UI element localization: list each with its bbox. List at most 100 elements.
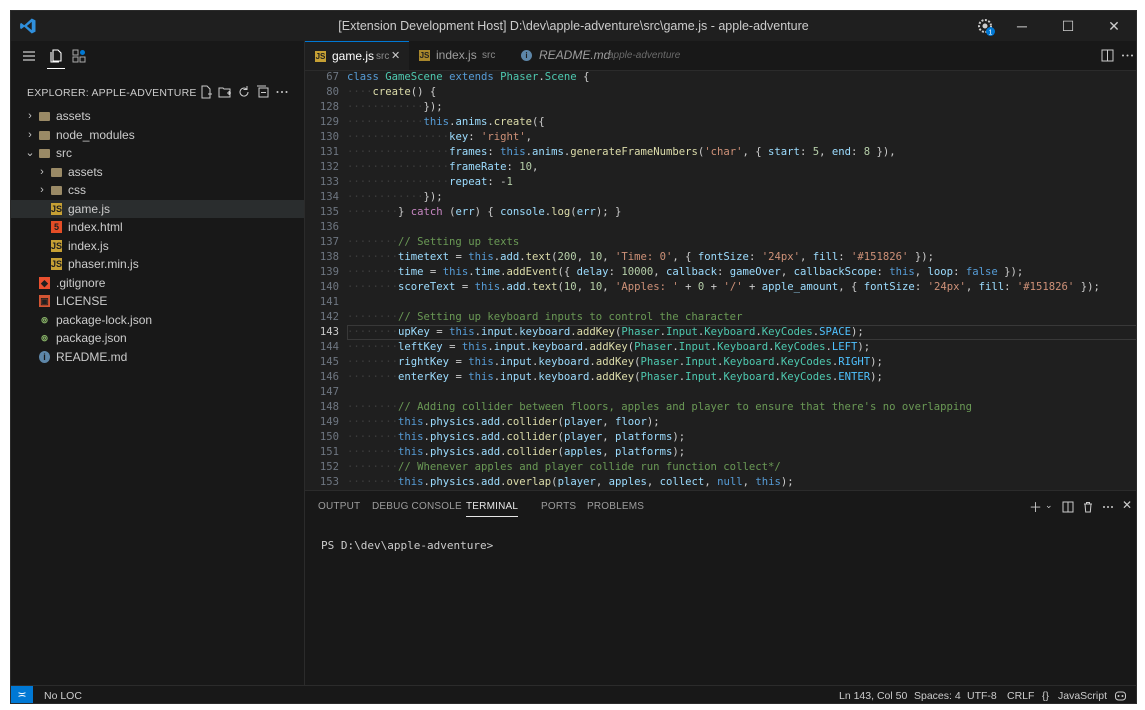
- tree-item[interactable]: 5 index.html: [11, 218, 304, 236]
- remote-indicator-icon[interactable]: ≍: [11, 686, 33, 703]
- code-line[interactable]: 153 ········this.physics.add.overlap(play…: [305, 475, 1136, 490]
- tab-readme-md[interactable]: i README.md apple-adventure: [509, 41, 689, 70]
- tree-item-label: phaser.min.js: [68, 257, 139, 271]
- tree-item[interactable]: ◆ .gitignore: [11, 274, 304, 292]
- tree-item[interactable]: ⊚ package.json: [11, 329, 304, 347]
- status-loc[interactable]: No LOC: [44, 690, 82, 702]
- code-line[interactable]: 141: [305, 295, 1136, 310]
- tree-item[interactable]: JS index.js: [11, 237, 304, 255]
- close-window-button[interactable]: ✕: [1091, 11, 1136, 41]
- trash-icon[interactable]: [1082, 501, 1094, 513]
- code-line[interactable]: 131 ················frames: this.anims.ge…: [305, 145, 1136, 160]
- code-text: class GameScene extends Phaser.Scene {: [347, 71, 590, 83]
- tree-item[interactable]: i README.md: [11, 348, 304, 366]
- code-text: ········timetext = this.add.text(200, 10…: [347, 251, 934, 263]
- tab-ports[interactable]: PORTS: [541, 501, 576, 512]
- chevron-down-icon[interactable]: ⌄: [1045, 500, 1053, 511]
- tree-item[interactable]: › assets: [11, 163, 304, 181]
- js-file-icon: JS: [51, 258, 63, 270]
- code-line[interactable]: 143 ········upKey = this.input.keyboard.a…: [305, 325, 1136, 340]
- split-terminal-icon[interactable]: [1062, 501, 1074, 513]
- close-panel-icon[interactable]: ✕: [1122, 498, 1132, 512]
- line-number: 147: [319, 386, 339, 398]
- chevron-right-icon[interactable]: ›: [25, 126, 35, 144]
- code-line[interactable]: 147: [305, 385, 1136, 400]
- code-line[interactable]: 133 ················repeat: -1: [305, 175, 1136, 190]
- code-line[interactable]: 151 ········this.physics.add.collider(app…: [305, 445, 1136, 460]
- code-line[interactable]: 150 ········this.physics.add.collider(pla…: [305, 430, 1136, 445]
- tab-output[interactable]: OUTPUT: [318, 501, 360, 512]
- tree-item[interactable]: JS game.js: [11, 199, 304, 218]
- code-line[interactable]: 128 ············});: [305, 100, 1136, 115]
- code-line[interactable]: 138 ········timetext = this.add.text(200,…: [305, 250, 1136, 265]
- status-language[interactable]: JavaScript: [1058, 690, 1107, 702]
- chevron-down-icon[interactable]: ⌄: [25, 144, 35, 162]
- tree-item[interactable]: › assets: [11, 107, 304, 125]
- menu-icon[interactable]: [21, 48, 37, 64]
- tab-close-button[interactable]: ✕: [391, 42, 400, 71]
- tab-debug-console[interactable]: DEBUG CONSOLE: [372, 501, 462, 512]
- tab-index-js[interactable]: JS index.js src: [409, 41, 509, 70]
- code-line[interactable]: 80 ····create() {: [305, 85, 1136, 100]
- minimize-button[interactable]: ─: [999, 11, 1045, 41]
- settings-gear-icon[interactable]: 1: [976, 17, 996, 37]
- code-line[interactable]: 142 ········// Setting up keyboard inputs…: [305, 310, 1136, 325]
- line-number: 145: [319, 356, 339, 368]
- tree-item[interactable]: › node_modules: [11, 126, 304, 144]
- code-line[interactable]: 152 ········// Whenever apples and player…: [305, 460, 1136, 475]
- extensions-icon[interactable]: [71, 48, 87, 64]
- code-line[interactable]: 148 ········// Adding collider between fl…: [305, 400, 1136, 415]
- maximize-button[interactable]: ☐: [1045, 11, 1091, 41]
- code-line[interactable]: 137 ········// Setting up texts: [305, 235, 1136, 250]
- tree-item[interactable]: JS phaser.min.js: [11, 255, 304, 273]
- braces-icon: {}: [1042, 690, 1050, 702]
- status-encoding[interactable]: UTF-8: [967, 690, 997, 702]
- tree-item[interactable]: ⌄ src: [11, 144, 304, 162]
- tree-item[interactable]: ⊚ package-lock.json: [11, 311, 304, 329]
- code-line[interactable]: 134 ············});: [305, 190, 1136, 205]
- code-line[interactable]: 146 ········enterKey = this.input.keyboar…: [305, 370, 1136, 385]
- tab-problems[interactable]: PROBLEMS: [587, 501, 644, 512]
- code-line[interactable]: 135 ········} catch (err) { console.log(e…: [305, 205, 1136, 220]
- line-number: 150: [319, 431, 339, 443]
- copilot-icon[interactable]: [1114, 689, 1127, 702]
- code-line[interactable]: 67 class GameScene extends Phaser.Scene {: [305, 71, 1136, 85]
- code-line[interactable]: 140 ········scoreText = this.add.text(10,…: [305, 280, 1136, 295]
- line-number: 130: [319, 131, 339, 143]
- code-line[interactable]: 136: [305, 220, 1136, 235]
- chevron-right-icon[interactable]: ›: [25, 107, 35, 125]
- status-cursor-position[interactable]: Ln 143, Col 50: [839, 690, 907, 702]
- tab-game-js[interactable]: JS game.js src ✕: [305, 41, 409, 70]
- explorer-files-icon[interactable]: [48, 48, 64, 64]
- status-eol[interactable]: CRLF: [1007, 690, 1034, 702]
- chevron-right-icon[interactable]: ›: [37, 181, 47, 199]
- refresh-icon[interactable]: [237, 85, 251, 99]
- line-number: 148: [319, 401, 339, 413]
- code-line[interactable]: 130 ················key: 'right',: [305, 130, 1136, 145]
- tree-item-label: LICENSE: [56, 294, 108, 308]
- collapse-all-icon[interactable]: [256, 85, 270, 99]
- split-editor-icon[interactable]: [1101, 49, 1114, 62]
- line-number: 134: [319, 191, 339, 203]
- js-file-icon: JS: [51, 239, 63, 252]
- more-actions-icon[interactable]: [1102, 501, 1114, 513]
- terminal-prompt[interactable]: PS D:\dev\apple-adventure>: [321, 539, 493, 552]
- tree-item[interactable]: ▣ LICENSE: [11, 292, 304, 310]
- more-actions-icon[interactable]: [275, 85, 289, 99]
- code-line[interactable]: 144 ········leftKey = this.input.keyboard…: [305, 340, 1136, 355]
- code-line[interactable]: 129 ············this.anims.create({: [305, 115, 1136, 130]
- code-line[interactable]: 145 ········rightKey = this.input.keyboar…: [305, 355, 1136, 370]
- code-editor[interactable]: 67 class GameScene extends Phaser.Scene {…: [305, 71, 1136, 490]
- more-actions-icon[interactable]: [1121, 49, 1134, 62]
- json-file-icon: ⊚: [40, 314, 49, 325]
- code-line[interactable]: 132 ················frameRate: 10,: [305, 160, 1136, 175]
- new-file-icon[interactable]: [199, 85, 213, 99]
- tab-terminal[interactable]: TERMINAL: [466, 501, 519, 517]
- new-folder-icon[interactable]: [218, 85, 232, 99]
- chevron-right-icon[interactable]: ›: [37, 163, 47, 181]
- status-indentation[interactable]: Spaces: 4: [914, 690, 961, 702]
- new-terminal-icon[interactable]: ＋: [1029, 497, 1042, 516]
- tree-item[interactable]: › css: [11, 181, 304, 199]
- code-line[interactable]: 149 ········this.physics.add.collider(pla…: [305, 415, 1136, 430]
- code-line[interactable]: 139 ········time = this.time.addEvent({ d…: [305, 265, 1136, 280]
